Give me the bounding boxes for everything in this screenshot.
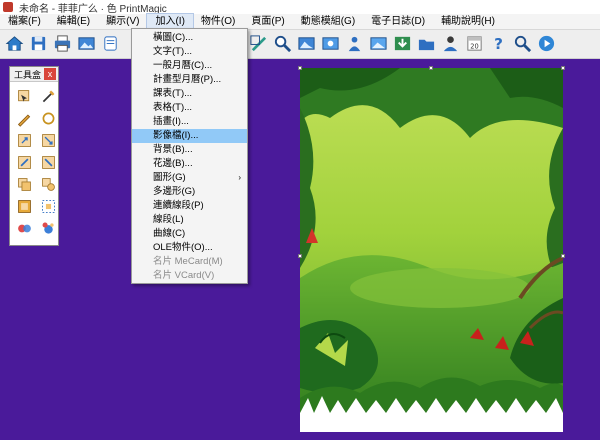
menu-item-line[interactable]: 線段(L) [132,213,247,227]
menu-item-mecard: 名片 MeCard(M) [153,256,223,267]
align-icon[interactable] [13,152,35,172]
save-icon[interactable] [28,33,49,54]
submenu-arrow-icon: › [238,173,241,182]
menu-item-shape-label: 圖形(G) [153,172,186,183]
menu-item-polygon[interactable]: 多邊形(G) [132,185,247,199]
menu-animation[interactable]: 動態模組(G) [293,14,363,30]
menu-item-banner[interactable]: 橫圖(C)... [132,31,247,45]
menu-item-planner[interactable]: 計畫型月曆(P)... [132,73,247,87]
menu-bar: 檔案(F) 編輯(E) 顯示(V) 加入(I) 物件(O) 頁面(P) 動態模組… [0,12,600,31]
menu-edit[interactable]: 編輯(E) [49,14,98,30]
menu-item-text[interactable]: 文字(T)... [132,45,247,59]
menu-item-border[interactable]: 花邊(B)... [132,157,247,171]
jungle-illustration[interactable] [300,68,563,432]
home-icon[interactable] [4,33,25,54]
document-page[interactable] [298,66,565,432]
resize-handle-top-left[interactable] [298,66,302,70]
distribute-icon[interactable] [37,196,59,216]
menu-item-background[interactable]: 背景(B)... [132,143,247,157]
menu-item-image-file[interactable]: 影像檔(I)... [132,129,247,143]
menu-item-illustration[interactable]: 插畫(I)... [132,115,247,129]
toolbox-header[interactable]: 工具盒 x [10,67,58,82]
user-icon[interactable] [440,33,461,54]
menu-item-curve[interactable]: 曲線(C) [132,227,247,241]
photo-icon[interactable] [320,33,341,54]
rotate-icon[interactable] [13,130,35,150]
calendar-icon[interactable]: 20 [464,33,485,54]
menu-item-ole-object[interactable]: OLE物件(O)... [132,241,247,255]
folder-icon[interactable] [416,33,437,54]
resize-handle-left[interactable] [298,254,302,258]
help-icon[interactable]: ? [488,33,509,54]
main-toolbar: 20 ? [0,30,600,59]
app-logo-icon [3,2,13,12]
select-icon[interactable] [13,86,35,106]
resize-handle-top[interactable] [429,66,433,70]
download-icon[interactable] [392,33,413,54]
resize-handle-top-right[interactable] [561,66,565,70]
printer-icon[interactable] [100,33,121,54]
svg-text:20: 20 [470,42,478,50]
zoom-icon[interactable] [272,33,293,54]
menu-help[interactable]: 輔助說明(H) [433,14,503,30]
menu-item-vcard: 名片 VCard(V) [153,270,215,281]
toolbox-title: 工具盒 [14,69,42,80]
menu-item-calendar[interactable]: 一般月曆(C)... [132,59,247,73]
image-icon[interactable] [76,33,97,54]
crop-icon[interactable] [37,86,59,106]
menu-item-polyline[interactable]: 連續線段(P) [132,199,247,213]
menu-page[interactable]: 頁面(P) [243,14,292,30]
menu-item-shape[interactable]: 圖形(G) › [132,171,247,185]
person-icon[interactable] [344,33,365,54]
copy-icon[interactable] [13,174,35,194]
frame-icon[interactable] [248,33,269,54]
shape-icon[interactable] [37,174,59,194]
ellipse-icon[interactable] [37,108,59,128]
image-icon[interactable] [368,33,389,54]
layers-icon[interactable] [13,196,35,216]
menu-item-table[interactable]: 表格(T)... [132,101,247,115]
group-icon[interactable] [37,152,59,172]
window-titlebar: 未命名 - 菲菲广么 · 色 PrintMagic [0,0,600,15]
resize-handle-right[interactable] [561,254,565,258]
close-icon[interactable]: x [44,68,56,80]
search-icon[interactable] [512,33,533,54]
svg-text:?: ? [494,35,503,53]
toolbox-panel: 工具盒 x [9,66,59,246]
color-icon[interactable] [13,218,35,238]
flip-icon[interactable] [37,130,59,150]
window-title: 未命名 - 菲菲广么 · 色 PrintMagic [19,3,167,15]
menu-item-timetable[interactable]: 課表(T)... [132,87,247,101]
menu-ejournal[interactable]: 電子日誌(D) [363,14,433,30]
print-icon[interactable] [52,33,73,54]
insert-menu-dropdown: 橫圖(C)... 文字(T)... 一般月曆(C)... 計畫型月曆(P)...… [131,28,248,284]
menu-file[interactable]: 檔案(F) [0,14,49,30]
fill-icon[interactable] [37,218,59,238]
image-icon[interactable] [296,33,317,54]
pencil-icon[interactable] [13,108,35,128]
play-icon[interactable] [536,33,557,54]
